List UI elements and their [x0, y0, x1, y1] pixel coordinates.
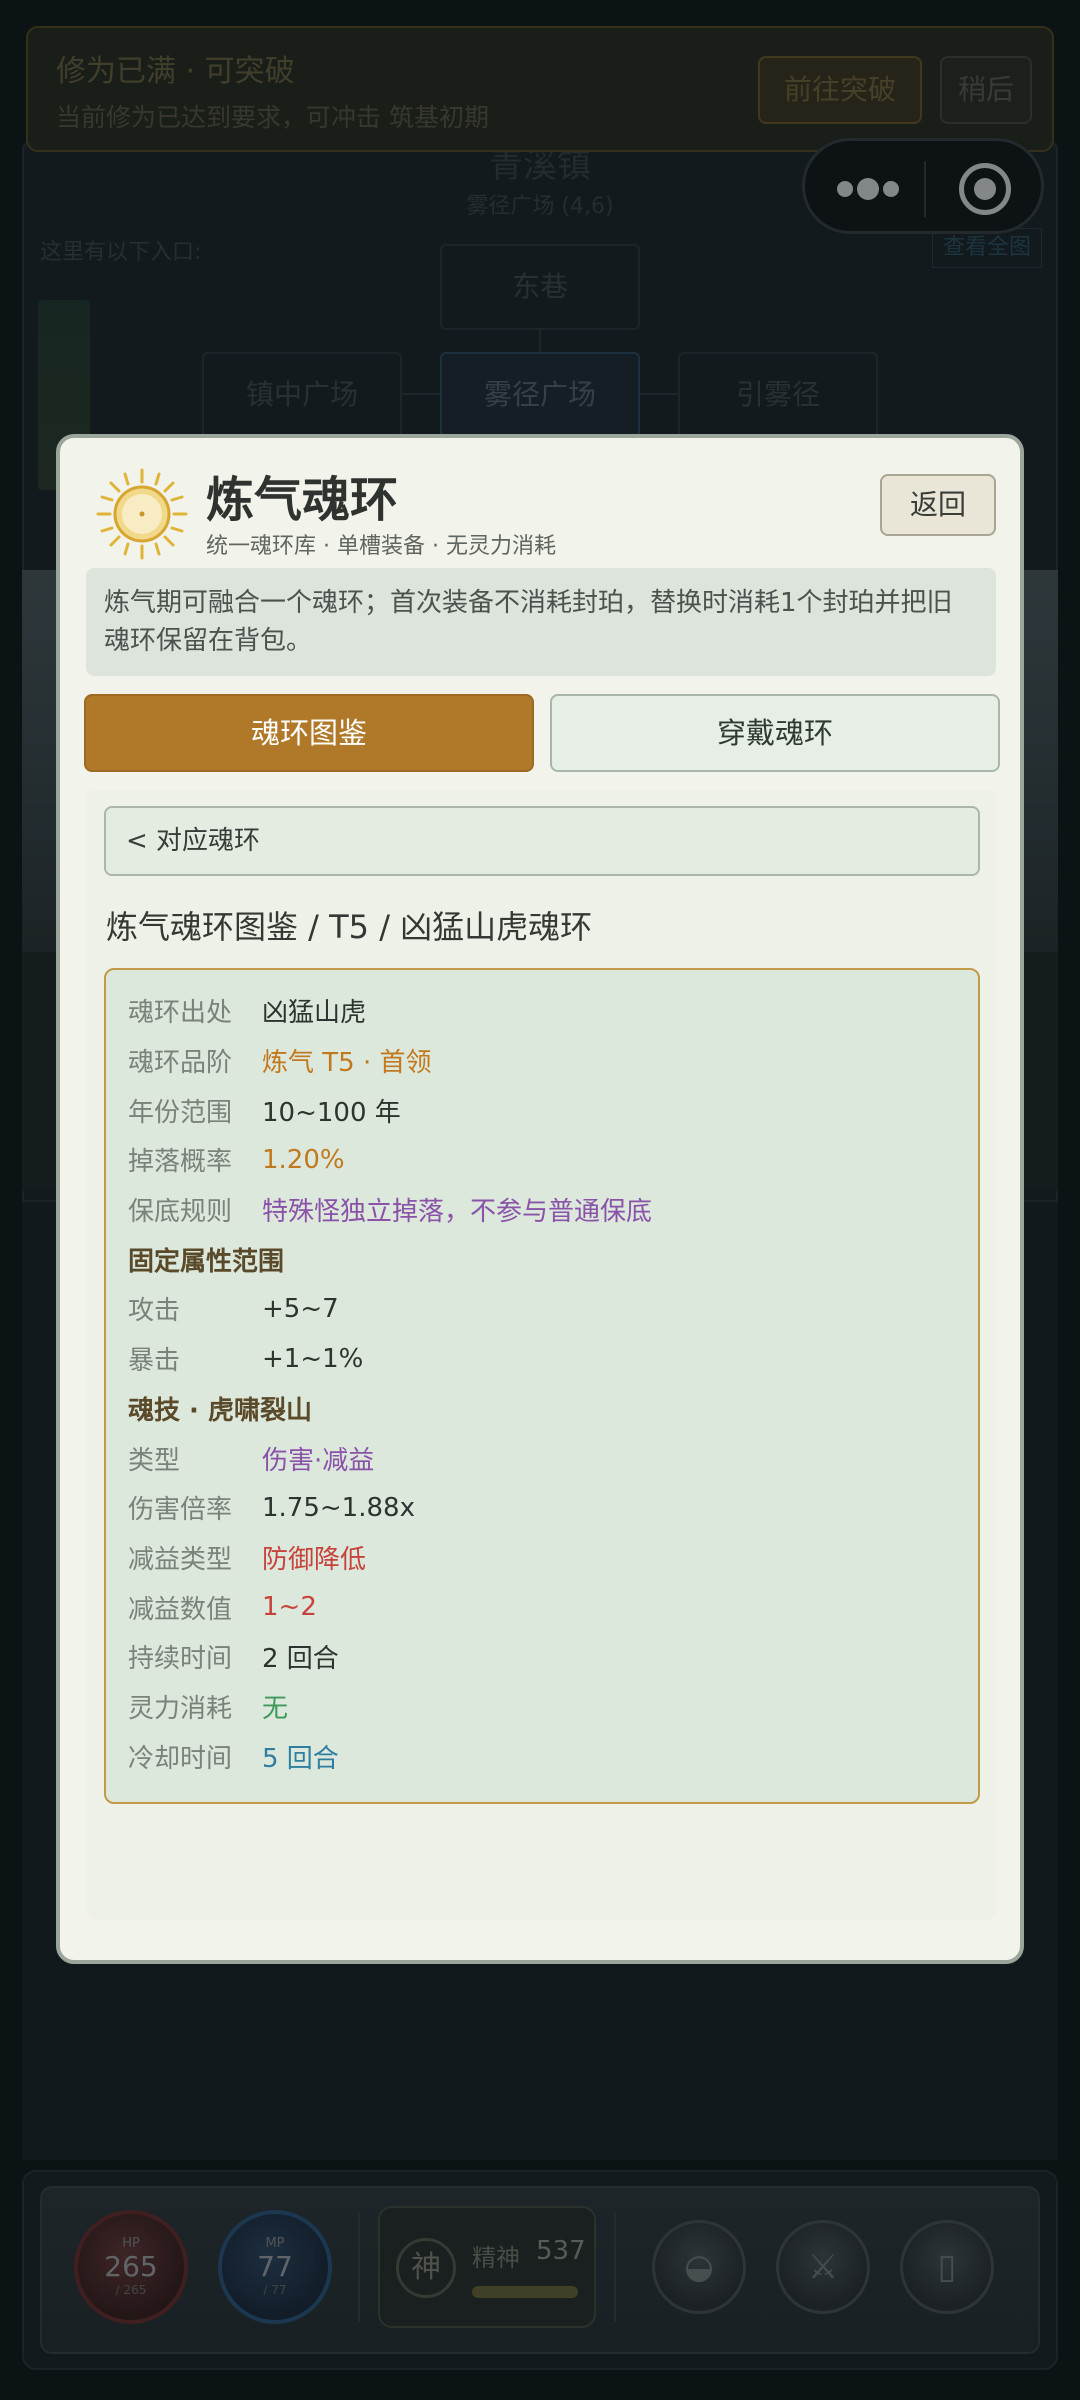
detail-value: 5 回合 — [262, 1743, 339, 1774]
detail-row-attack: 攻击 +5~7 — [128, 1284, 956, 1334]
detail-row-debuff-type: 减益类型 防御降低 — [128, 1533, 956, 1583]
soul-ring-modal: 炼气魂环 统一魂环库 · 单槽装备 · 无灵力消耗 返回 炼气期可融合一个魂环；… — [56, 434, 1024, 1964]
detail-value: +5~7 — [262, 1293, 339, 1324]
detail-value: +1~1% — [262, 1343, 364, 1374]
detail-row-grade: 魂环品阶 炼气 T5 · 首领 — [128, 1036, 956, 1086]
detail-value: 1.20% — [262, 1144, 345, 1175]
detail-label: 持续时间 — [128, 1644, 233, 1675]
detail-row-debuff-value: 减益数值 1~2 — [128, 1582, 956, 1632]
detail-label: 减益类型 — [128, 1544, 233, 1575]
detail-label: 保底规则 — [128, 1197, 233, 1228]
detail-row-duration: 持续时间 2 回合 — [128, 1632, 956, 1682]
detail-value: 炼气 T5 · 首领 — [262, 1048, 432, 1079]
modal-title: 炼气魂环 — [206, 472, 399, 528]
detail-row-drop: 掉落概率 1.20% — [128, 1135, 956, 1185]
codex-panel: < 对应魂环 炼气魂环图鉴 / T5 / 凶猛山虎魂环 魂环出处 凶猛山虎 魂环… — [86, 790, 996, 1920]
soul-ring-detail-card: 魂环出处 凶猛山虎 魂环品阶 炼气 T5 · 首领 年份范围 10~100 年 … — [104, 968, 980, 1804]
tab-equip-soul-ring[interactable]: 穿戴魂环 — [550, 694, 1000, 772]
detail-row-source: 魂环出处 凶猛山虎 — [128, 986, 956, 1036]
detail-label: 掉落概率 — [128, 1147, 233, 1178]
detail-label: 类型 — [128, 1445, 181, 1476]
sun-icon — [96, 468, 188, 560]
detail-row-type: 类型 伤害·减益 — [128, 1433, 956, 1483]
tab-soul-ring-codex[interactable]: 魂环图鉴 — [84, 694, 534, 772]
detail-label: 年份范围 — [128, 1097, 233, 1128]
detail-label: 攻击 — [128, 1296, 181, 1327]
detail-label: 伤害倍率 — [128, 1495, 233, 1526]
detail-value: 无 — [262, 1693, 289, 1724]
detail-label: 魂环品阶 — [128, 1048, 233, 1079]
detail-value: 防御降低 — [262, 1544, 367, 1575]
detail-row-damage-multiplier: 伤害倍率 1.75~1.88x — [128, 1483, 956, 1533]
detail-label: 暴击 — [128, 1346, 181, 1377]
modal-subtitle: 统一魂环库 · 单槽装备 · 无灵力消耗 — [206, 534, 556, 559]
detail-row-pity: 保底规则 特殊怪独立掉落，不参与普通保底 — [128, 1185, 956, 1235]
detail-value: 特殊怪独立掉落，不参与普通保底 — [262, 1197, 653, 1228]
detail-row-mana-cost: 灵力消耗 无 — [128, 1682, 956, 1732]
detail-label: 冷却时间 — [128, 1743, 233, 1774]
detail-value: 1~2 — [262, 1592, 317, 1623]
detail-value: 1.75~1.88x — [262, 1492, 415, 1523]
fixed-attr-heading: 固定属性范围 — [128, 1246, 285, 1277]
back-to-rings-button[interactable]: < 对应魂环 — [104, 806, 980, 876]
detail-label: 灵力消耗 — [128, 1693, 233, 1724]
codex-path: 炼气魂环图鉴 / T5 / 凶猛山虎魂环 — [106, 908, 593, 946]
back-button[interactable]: 返回 — [880, 474, 996, 536]
modal-description: 炼气期可融合一个魂环；首次装备不消耗封珀，替换时消耗1个封珀并把旧魂环保留在背包… — [86, 568, 996, 676]
detail-value: 10~100 年 — [262, 1097, 401, 1128]
detail-label: 减益数值 — [128, 1594, 233, 1625]
detail-value: 2 回合 — [262, 1644, 339, 1675]
detail-label: 魂环出处 — [128, 998, 233, 1029]
detail-value: 凶猛山虎 — [262, 998, 367, 1029]
detail-row-cooldown: 冷却时间 5 回合 — [128, 1731, 956, 1781]
detail-row-crit: 暴击 +1~1% — [128, 1334, 956, 1384]
detail-value: 伤害·减益 — [262, 1445, 375, 1476]
detail-row-years: 年份范围 10~100 年 — [128, 1085, 956, 1135]
soul-skill-heading: 魂技 · 虎啸裂山 — [128, 1395, 312, 1426]
